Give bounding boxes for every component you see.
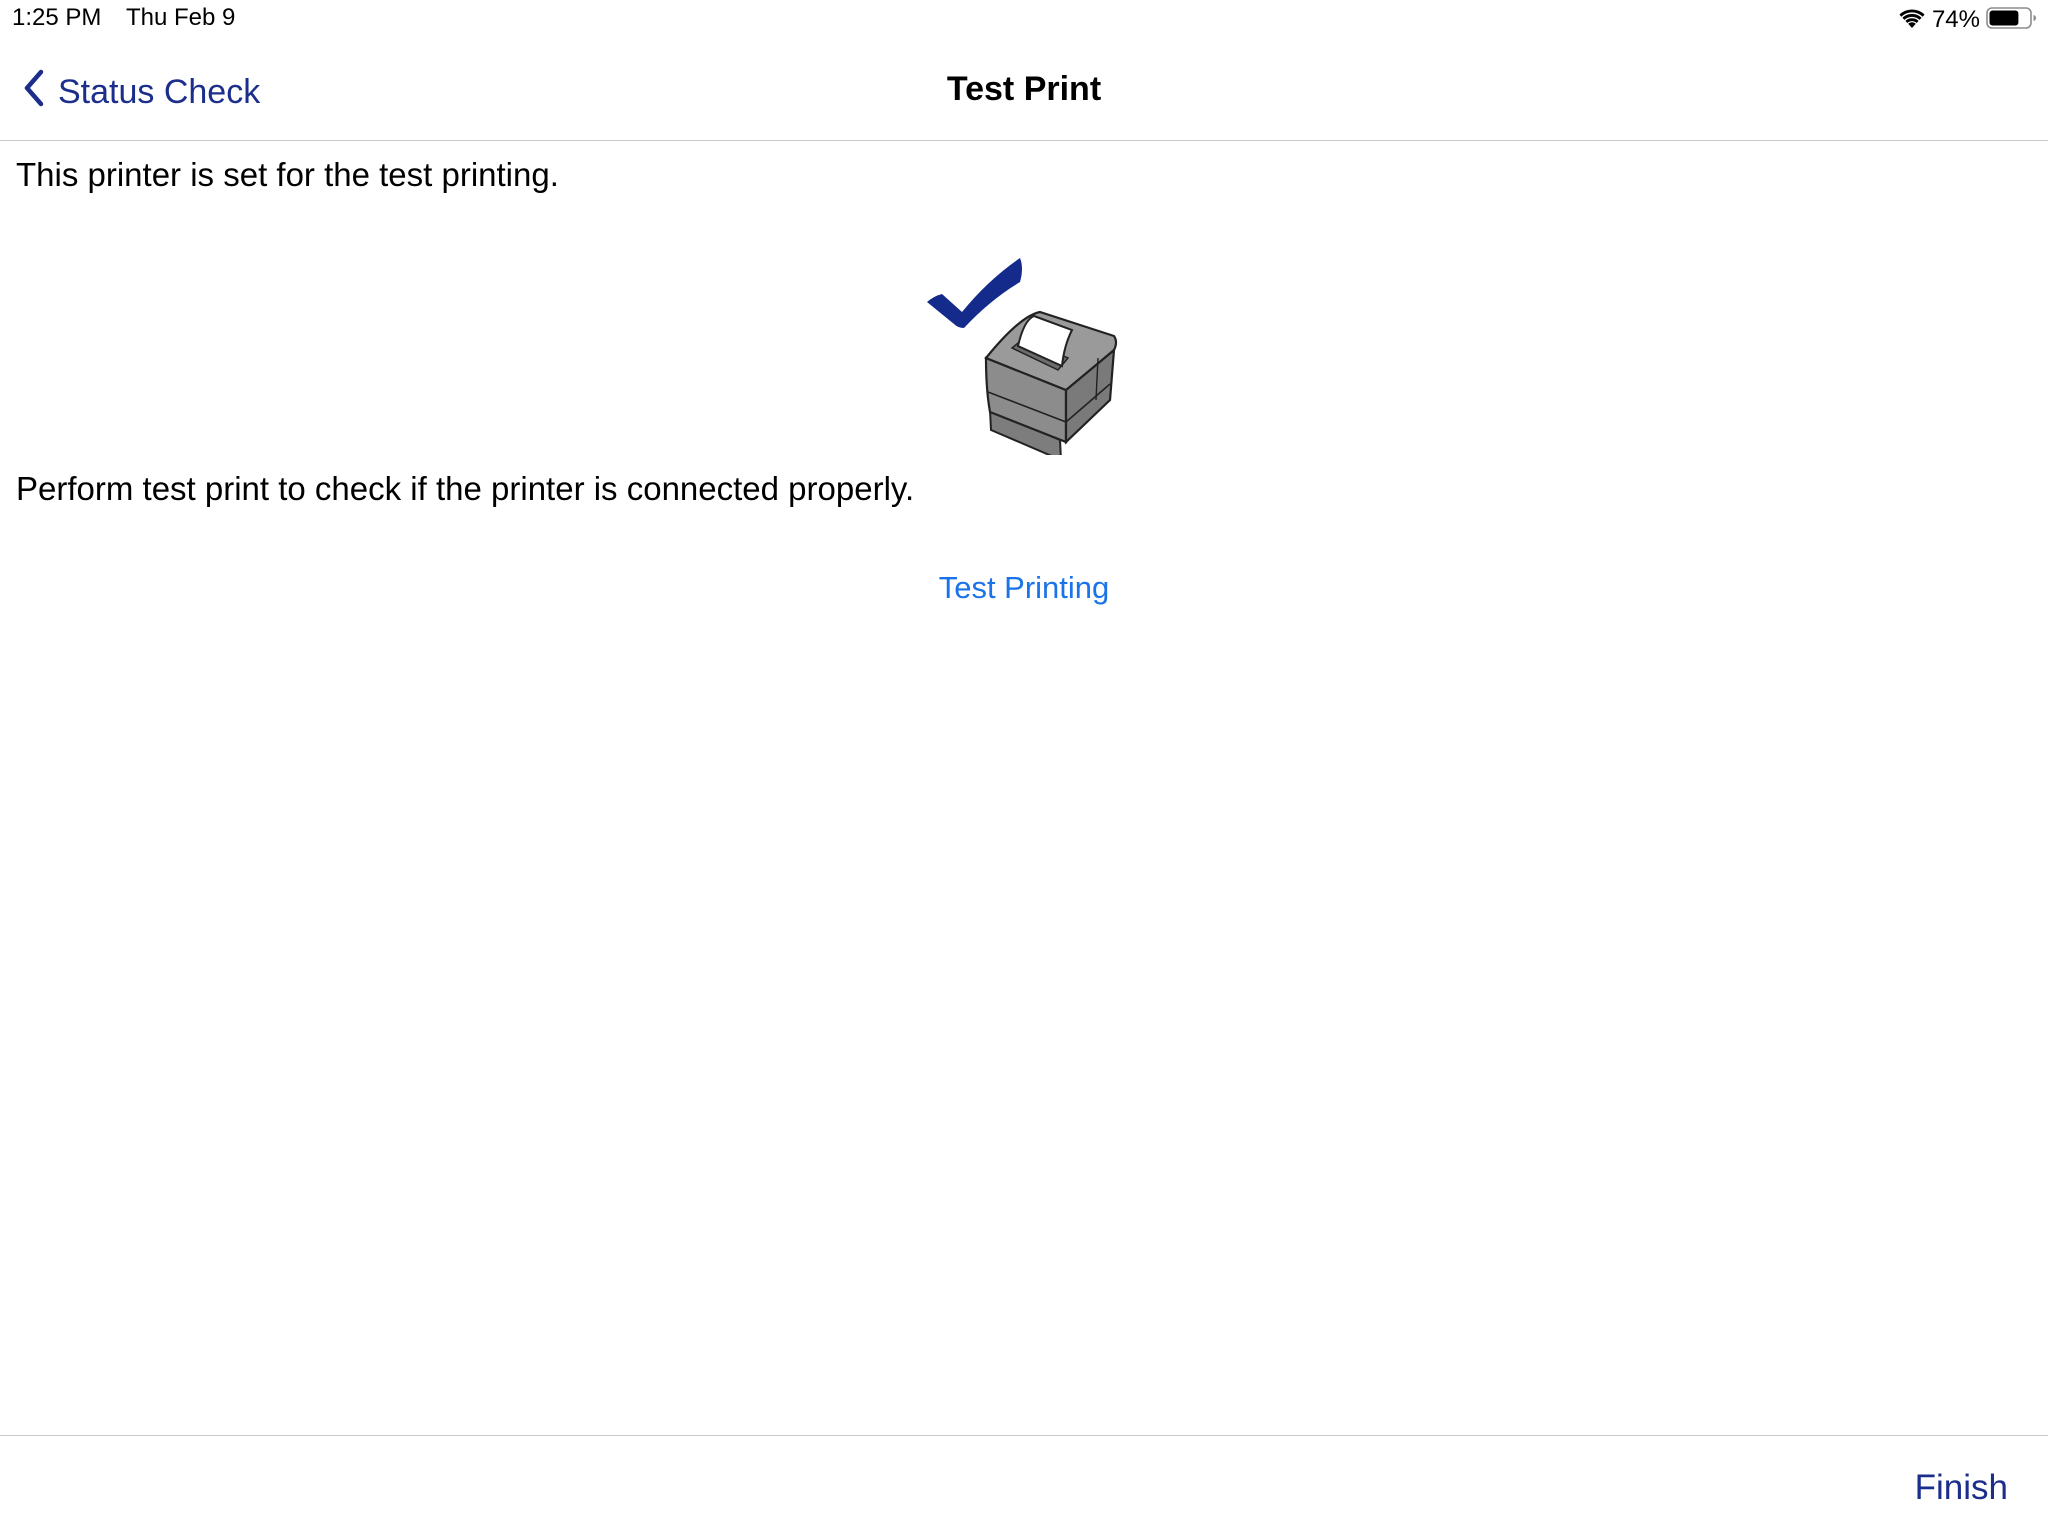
- status-date: Thu Feb 9: [126, 4, 236, 31]
- test-printing-button[interactable]: Test Printing: [939, 570, 1110, 605]
- wifi-icon: [1898, 7, 1926, 34]
- battery-icon: [1986, 6, 2038, 35]
- status-time: 1:25 PM: [12, 4, 102, 31]
- bottom-toolbar: Finish: [0, 1435, 2048, 1536]
- status-bar: 1:25 PM Thu Feb 9 74%: [0, 0, 2048, 40]
- navigation-bar: Status Check Test Print: [0, 40, 2048, 141]
- status-message: This printer is set for the test printin…: [16, 156, 559, 193]
- status-indicators: 74%: [1898, 4, 2038, 36]
- instruction-text: Perform test print to check if the print…: [16, 470, 915, 507]
- test-printing-row: Test Printing: [0, 570, 2048, 606]
- finish-button[interactable]: Finish: [1915, 1468, 2008, 1508]
- test-print-screen: 1:25 PM Thu Feb 9 74% Status Check Test …: [0, 0, 2048, 1536]
- page-title: Test Print: [946, 70, 1102, 108]
- battery-percent: 74%: [1931, 6, 1980, 33]
- printer-check-icon: [920, 250, 1120, 462]
